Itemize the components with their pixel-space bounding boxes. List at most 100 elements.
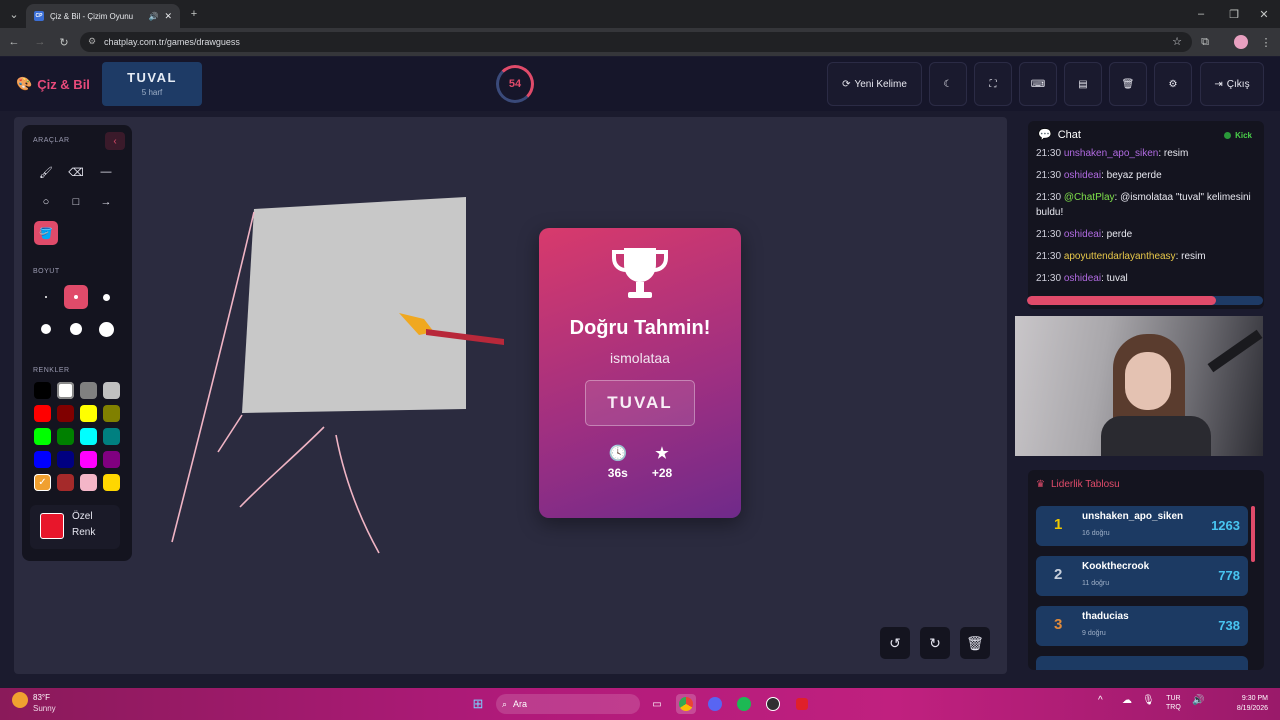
- color-swatch[interactable]: [57, 451, 74, 468]
- color-swatch[interactable]: [103, 382, 120, 399]
- fill-tool-button[interactable]: 🪣: [34, 221, 58, 245]
- close-tab-icon[interactable]: ✕: [164, 11, 172, 22]
- microphone-icon[interactable]: 🎙: [1142, 695, 1155, 706]
- new-tab-button[interactable]: +: [186, 6, 202, 22]
- weather-sun-icon[interactable]: [12, 692, 28, 708]
- color-swatch[interactable]: [57, 428, 74, 445]
- undo-button[interactable]: ↺: [880, 627, 910, 659]
- size-option[interactable]: [34, 285, 58, 309]
- minimize-icon[interactable]: –: [1193, 6, 1209, 22]
- discord-icon[interactable]: [705, 694, 725, 714]
- tray-cloud-icon[interactable]: ☁: [1122, 695, 1132, 706]
- size-option-selected[interactable]: [64, 285, 88, 309]
- language-indicator[interactable]: TUR TRQ: [1166, 694, 1181, 712]
- drawing-canvas[interactable]: [14, 117, 1007, 674]
- app-icon[interactable]: [792, 694, 812, 714]
- taskbar-search[interactable]: ⌕ Ara: [496, 694, 640, 714]
- address-bar[interactable]: ⚙ chatplay.com.tr/games/drawguess ☆: [80, 32, 1192, 52]
- time-stat: 🕓 36s: [608, 444, 628, 480]
- color-swatch[interactable]: [34, 382, 51, 399]
- tab-search-icon[interactable]: ⌄: [6, 6, 22, 22]
- back-icon[interactable]: ←: [6, 34, 22, 50]
- site-info-icon[interactable]: ⚙: [88, 36, 96, 47]
- color-swatch[interactable]: [80, 451, 97, 468]
- row-rank: 1: [1054, 516, 1063, 533]
- color-swatch[interactable]: [57, 405, 74, 422]
- forward-icon[interactable]: →: [32, 34, 48, 50]
- collapse-panel-button[interactable]: ‹: [105, 132, 125, 150]
- file-explorer-icon[interactable]: ▭: [647, 694, 667, 714]
- row-name: unshaken_apo_siken: [1082, 511, 1184, 522]
- clear-button[interactable]: 🗑: [1109, 62, 1147, 106]
- message-user[interactable]: oshideai: [1064, 229, 1101, 240]
- new-word-button[interactable]: ⟳ Yeni Kelime: [827, 62, 922, 106]
- keyboard-icon: ⌨: [1030, 78, 1046, 90]
- app-logo[interactable]: 🎨 Çiz & Bil: [16, 76, 90, 92]
- clear-canvas-button[interactable]: 🗑: [960, 627, 990, 659]
- obs-icon[interactable]: [763, 694, 783, 714]
- extensions-icon[interactable]: ⧉: [1197, 34, 1213, 50]
- close-window-icon[interactable]: ✕: [1256, 6, 1272, 22]
- exit-button[interactable]: ⇥ Çıkış: [1200, 62, 1264, 106]
- circle-icon: ○: [42, 196, 50, 208]
- color-swatch[interactable]: [103, 451, 120, 468]
- color-swatch[interactable]: [34, 405, 51, 422]
- palette-icon: 🎨: [16, 76, 33, 91]
- chat-message: 21:30 oshideai: tuval: [1036, 271, 1254, 286]
- color-swatch[interactable]: [80, 405, 97, 422]
- message-user[interactable]: oshideai: [1064, 170, 1101, 181]
- archive-button[interactable]: ▤: [1064, 62, 1102, 106]
- color-swatch[interactable]: [103, 474, 120, 491]
- color-swatch[interactable]: [57, 474, 74, 491]
- rectangle-tool-button[interactable]: □: [64, 190, 88, 214]
- chat-message: 21:30 oshideai: beyaz perde: [1036, 168, 1254, 183]
- message-user[interactable]: unshaken_apo_siken: [1064, 148, 1159, 159]
- fullscreen-button[interactable]: ⛶: [974, 62, 1012, 106]
- row-correct-count: 16 doğru: [1082, 530, 1110, 537]
- message-user[interactable]: oshideai: [1064, 273, 1101, 284]
- color-swatch[interactable]: [80, 474, 97, 491]
- arrow-tool-button[interactable]: →: [94, 190, 118, 214]
- circle-tool-button[interactable]: ○: [34, 190, 58, 214]
- bookmark-star-icon[interactable]: ☆: [1172, 35, 1182, 48]
- chrome-icon[interactable]: [676, 694, 696, 714]
- row-rank: 3: [1054, 616, 1063, 633]
- eraser-tool-button[interactable]: ⌫: [64, 160, 88, 184]
- redo-button[interactable]: ↻: [920, 627, 950, 659]
- color-swatch[interactable]: [80, 382, 97, 399]
- current-word-box: TUVAL 5 harf: [102, 62, 202, 106]
- spotify-icon[interactable]: [734, 694, 754, 714]
- color-swatch[interactable]: [34, 428, 51, 445]
- custom-color-button[interactable]: Özel Renk: [30, 505, 120, 549]
- profile-avatar[interactable]: [1234, 35, 1248, 49]
- browser-menu-icon[interactable]: ⋮: [1258, 34, 1274, 50]
- brush-tool-button[interactable]: 🖌: [34, 160, 58, 184]
- message-user[interactable]: @ChatPlay: [1064, 192, 1115, 203]
- message-user[interactable]: apoyuttendarlayantheasy: [1064, 251, 1176, 262]
- color-swatch[interactable]: [103, 428, 120, 445]
- color-swatch[interactable]: [80, 428, 97, 445]
- color-swatch[interactable]: [57, 382, 74, 399]
- color-swatch[interactable]: [34, 451, 51, 468]
- search-icon: ⌕: [502, 698, 508, 709]
- line-tool-button[interactable]: —: [94, 160, 118, 184]
- maximize-icon[interactable]: ❐: [1226, 6, 1242, 22]
- size-option[interactable]: [94, 285, 118, 309]
- settings-button[interactable]: ⚙: [1154, 62, 1192, 106]
- speaker-icon[interactable]: 🔊: [148, 12, 158, 21]
- reload-icon[interactable]: ↻: [56, 34, 72, 50]
- keyboard-button[interactable]: ⌨: [1019, 62, 1057, 106]
- size-option[interactable]: [94, 317, 118, 341]
- dark-mode-button[interactable]: ☾: [929, 62, 967, 106]
- tray-chevron-icon[interactable]: ^: [1098, 695, 1103, 706]
- clock[interactable]: 9:30 PM 8/19/2026: [1226, 694, 1268, 714]
- start-button[interactable]: ⊞: [468, 694, 488, 714]
- volume-icon[interactable]: 🔊: [1192, 695, 1204, 706]
- size-option[interactable]: [64, 317, 88, 341]
- color-swatch[interactable]: ✓: [34, 474, 51, 491]
- fill-bucket-icon: 🪣: [39, 227, 53, 240]
- color-swatch[interactable]: [103, 405, 120, 422]
- browser-tab[interactable]: CP Çiz & Bil - Çizim Oyunu 🔊 ✕: [26, 4, 180, 28]
- size-option[interactable]: [34, 317, 58, 341]
- leaderboard-scrollbar[interactable]: [1251, 506, 1255, 562]
